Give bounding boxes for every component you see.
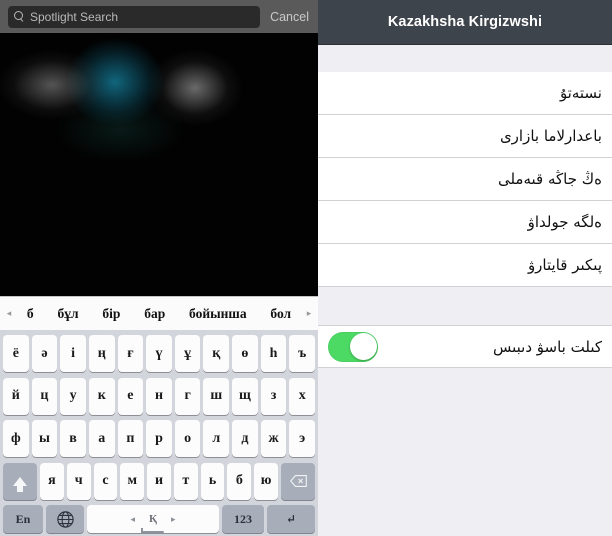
space-right-arrow-icon: ▸ xyxy=(170,513,176,524)
key-soft-sign[interactable]: ь xyxy=(200,462,225,500)
shift-arrow-icon xyxy=(12,476,27,492)
right-settings-panel: Kazakhsha Kirgizwshi نستەتۇ باعدارلاما ب… xyxy=(318,0,612,536)
key-el[interactable]: л xyxy=(203,420,230,457)
key-yo[interactable]: ё xyxy=(2,335,29,372)
key-er[interactable]: р xyxy=(146,420,172,457)
key-a[interactable]: а xyxy=(88,420,115,457)
list-item[interactable]: باعدارلاما بازارى xyxy=(318,115,612,158)
key-o[interactable]: о xyxy=(174,420,201,457)
key-ka[interactable]: к xyxy=(88,377,115,415)
key-ef[interactable]: ф xyxy=(2,420,29,457)
key-ve[interactable]: в xyxy=(60,420,86,457)
globe-icon xyxy=(56,510,74,528)
backspace-key[interactable] xyxy=(281,462,316,500)
toggle-row-label: كىلت باسۋ دىبىس xyxy=(493,337,602,356)
keyboard-row-4: я ч с м и т ь б ю xyxy=(1,462,317,500)
globe-key[interactable] xyxy=(46,505,84,533)
key-ha[interactable]: х xyxy=(289,377,316,415)
key-ie[interactable]: е xyxy=(117,377,144,415)
key-de[interactable]: д xyxy=(232,420,258,457)
suggestion-item[interactable]: б xyxy=(15,306,46,322)
key-es[interactable]: с xyxy=(93,462,118,500)
suggestion-item[interactable]: бол xyxy=(259,306,304,322)
predictive-right-arrow-icon[interactable]: ▸ xyxy=(303,308,315,319)
search-input[interactable]: Spotlight Search xyxy=(8,5,261,28)
list-item[interactable]: نستەتۇ xyxy=(318,72,612,115)
list-item[interactable]: پىكىر قايتارۋ xyxy=(318,244,612,287)
return-key[interactable]: ↵ xyxy=(267,505,315,533)
key-click-sound-toggle[interactable] xyxy=(328,331,378,362)
left-phone-panel: Spotlight Search Cancel ◂ б бұл бір бар … xyxy=(0,0,318,536)
predictive-left-arrow-icon[interactable]: ◂ xyxy=(3,308,15,319)
key-oe[interactable]: ө xyxy=(232,335,258,372)
list-item-label: ەڭ جاڭە قىەملى xyxy=(497,170,602,188)
section-gap-top xyxy=(318,45,612,72)
key-shha[interactable]: һ xyxy=(260,335,287,372)
predictive-text-bar: ◂ б бұл бір бар бойынша бол ▸ xyxy=(0,296,318,330)
space-key[interactable]: ◂ Қ ▸ xyxy=(87,505,219,533)
key-che[interactable]: ч xyxy=(66,462,91,500)
key-ge[interactable]: г xyxy=(174,377,201,415)
key-hard-sign[interactable]: ъ xyxy=(289,335,316,372)
cancel-button[interactable]: Cancel xyxy=(260,10,318,24)
suggestion-item[interactable]: бұл xyxy=(46,306,91,322)
list-item-label: ەلگە جولداۋ xyxy=(527,213,602,231)
key-e[interactable]: э xyxy=(289,420,316,457)
list-item[interactable]: ەلگە جولداۋ xyxy=(318,201,612,244)
key-qa[interactable]: қ xyxy=(203,335,230,372)
key-ae[interactable]: ә xyxy=(31,335,58,372)
search-icon xyxy=(14,11,25,22)
suggestion-item[interactable]: бойынша xyxy=(177,306,258,322)
numbers-key[interactable]: 123 xyxy=(222,505,264,533)
key-ii[interactable]: и xyxy=(147,462,171,500)
key-ze[interactable]: з xyxy=(260,377,287,415)
key-shcha[interactable]: щ xyxy=(232,377,258,415)
section-gap-middle xyxy=(318,287,612,325)
key-tse[interactable]: ц xyxy=(31,377,58,415)
list-item-label: پىكىر قايتارۋ xyxy=(527,256,602,274)
list-item-label: باعدارلاما بازارى xyxy=(499,127,602,145)
list-item[interactable]: ەڭ جاڭە قىەملى xyxy=(318,158,612,201)
key-ya[interactable]: я xyxy=(39,462,64,500)
shift-key[interactable] xyxy=(2,462,37,500)
key-ue[interactable]: ү xyxy=(146,335,172,372)
blurred-wallpaper xyxy=(0,0,318,296)
page-title: Kazakhsha Kirgizwshi xyxy=(387,14,543,30)
key-yeru[interactable]: ы xyxy=(31,420,58,457)
keyboard-row-3: ф ы в а п р о л д ж э xyxy=(1,420,317,457)
navigation-bar: Kazakhsha Kirgizwshi xyxy=(318,0,612,45)
key-u-straight[interactable]: ұ xyxy=(174,335,201,372)
backspace-icon xyxy=(289,475,307,487)
key-em[interactable]: м xyxy=(120,462,145,500)
key-en[interactable]: н xyxy=(146,377,172,415)
key-u[interactable]: у xyxy=(60,377,86,415)
search-input-placeholder: Spotlight Search xyxy=(30,9,119,24)
key-pe[interactable]: п xyxy=(117,420,144,457)
key-te[interactable]: т xyxy=(173,462,198,500)
suggestion-item[interactable]: бір xyxy=(90,306,132,322)
space-key-language-label: Қ xyxy=(141,513,164,533)
key-ghe[interactable]: ғ xyxy=(117,335,144,372)
list-item-key-click-sound[interactable]: كىلت باسۋ دىبىس xyxy=(318,325,612,368)
toggle-knob xyxy=(349,333,377,360)
key-zhe[interactable]: ж xyxy=(260,420,287,457)
list-item-label: نستەتۇ xyxy=(559,84,602,102)
key-ng[interactable]: ң xyxy=(88,335,115,372)
screenshot-root: Spotlight Search Cancel ◂ б бұл бір бар … xyxy=(0,0,612,536)
space-left-arrow-icon: ◂ xyxy=(130,513,135,524)
keyboard-row-2: й ц у к е н г ш щ з х xyxy=(1,377,317,415)
key-yu[interactable]: ю xyxy=(254,462,279,500)
key-short-i[interactable]: й xyxy=(2,377,29,415)
onscreen-keyboard: ё ә і ң ғ ү ұ қ ө һ ъ й ц у к е н г ш щ … xyxy=(0,330,318,536)
keyboard-row-1: ё ә і ң ғ ү ұ қ ө һ ъ xyxy=(1,335,317,372)
suggestion-item[interactable]: бар xyxy=(132,306,177,322)
keyboard-row-5: En ◂ Қ ▸ 123 ↵ xyxy=(1,505,317,533)
language-en-key[interactable]: En xyxy=(3,505,43,533)
spotlight-search-bar: Spotlight Search Cancel xyxy=(0,0,318,33)
key-sha[interactable]: ш xyxy=(203,377,230,415)
key-i[interactable]: і xyxy=(60,335,86,372)
key-be[interactable]: б xyxy=(227,462,252,500)
